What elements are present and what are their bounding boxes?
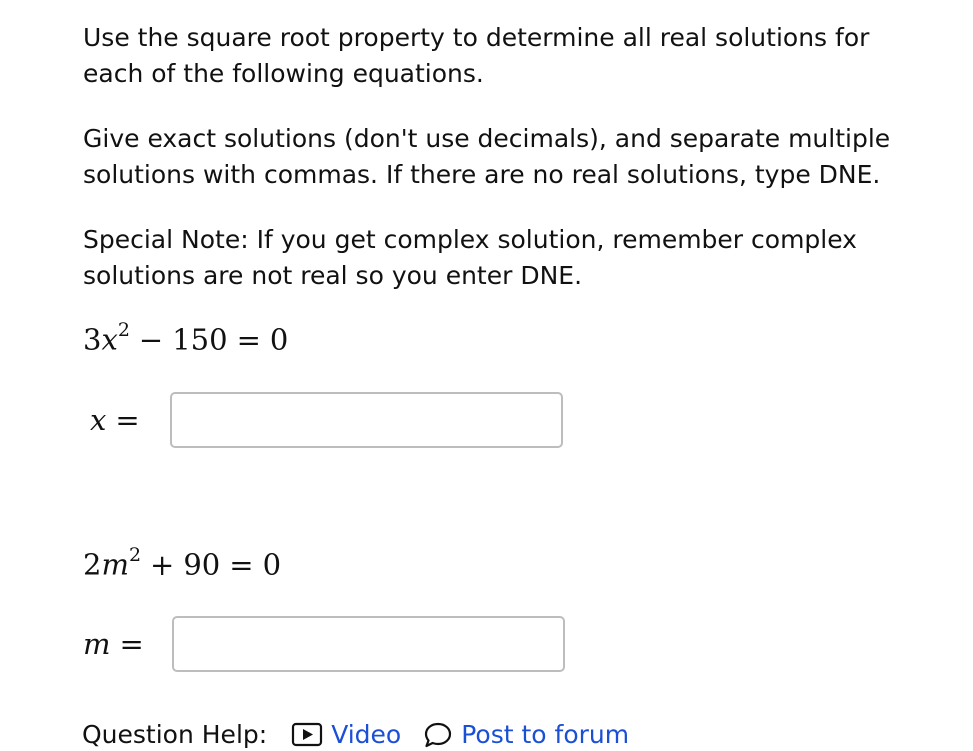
answer-variable: m bbox=[83, 627, 111, 661]
equation-equals: = bbox=[229, 547, 254, 582]
equation-coefficient: 2 bbox=[83, 547, 102, 582]
answer-variable: x bbox=[90, 403, 107, 437]
special-note-paragraph: Special Note: If you get complex solutio… bbox=[83, 222, 943, 294]
equation-constant: 150 bbox=[172, 322, 228, 357]
question-help-label: Question Help: bbox=[82, 720, 268, 749]
equation-exponent: 2 bbox=[117, 319, 130, 341]
post-to-forum-label: Post to forum bbox=[461, 720, 630, 749]
instruction-paragraph-1: Use the square root property to determin… bbox=[83, 20, 943, 92]
equation-1: 3x2−150 = 0 bbox=[83, 319, 289, 357]
instruction-line: Use the square root property to determin… bbox=[83, 23, 870, 52]
video-link-label: Video bbox=[331, 720, 402, 749]
answer-label-2: m = bbox=[83, 627, 153, 661]
equation-variable: x bbox=[101, 322, 118, 357]
equation-equals: = bbox=[236, 322, 261, 357]
instruction-line: solutions are not real so you enter DNE. bbox=[83, 261, 583, 290]
equation-2: 2m2 +90 = 0 bbox=[83, 544, 282, 582]
video-link[interactable]: Video bbox=[291, 716, 401, 751]
chat-bubble-icon bbox=[423, 721, 453, 749]
answer-equals: = bbox=[115, 403, 140, 437]
instruction-paragraph-2: Give exact solutions (don't use decimals… bbox=[83, 121, 943, 193]
equation-variable: m bbox=[101, 547, 129, 582]
equation-operator: + bbox=[150, 547, 175, 582]
answer-equals: = bbox=[119, 627, 144, 661]
instruction-line: solutions with commas. If there are no r… bbox=[83, 160, 881, 189]
question-help: Question Help: Video Post to forum bbox=[82, 716, 629, 751]
equation-rhs: 0 bbox=[262, 547, 282, 582]
equation-exponent: 2 bbox=[128, 544, 142, 566]
video-icon bbox=[291, 722, 323, 748]
equation-constant: 90 bbox=[183, 547, 221, 582]
equation-coefficient: 3 bbox=[83, 322, 102, 357]
equation-rhs: 0 bbox=[269, 322, 289, 357]
post-to-forum-link[interactable]: Post to forum bbox=[423, 716, 629, 751]
equation-operator: − bbox=[138, 322, 164, 357]
instruction-line: each of the following equations. bbox=[83, 59, 484, 88]
answer-input-x[interactable] bbox=[170, 392, 563, 448]
answer-label-1: x = bbox=[90, 403, 149, 437]
instruction-line: Give exact solutions (don't use decimals… bbox=[83, 124, 891, 153]
instruction-line: Special Note: If you get complex solutio… bbox=[83, 225, 857, 254]
answer-input-m[interactable] bbox=[172, 616, 565, 672]
